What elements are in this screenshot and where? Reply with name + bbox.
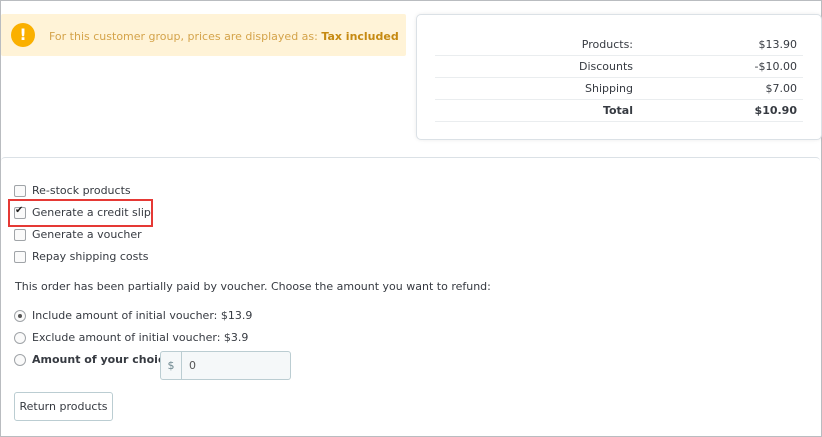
tax-alert: ! For this customer group, prices are di… bbox=[1, 14, 406, 56]
custom-amount-input-group: $ bbox=[160, 351, 291, 380]
totals-row-total: Total $10.90 bbox=[435, 100, 803, 122]
currency-addon: $ bbox=[161, 352, 182, 379]
custom-amount-radio[interactable] bbox=[14, 354, 26, 366]
voucher-info-text: This order has been partially paid by vo… bbox=[15, 280, 491, 293]
custom-amount-input[interactable] bbox=[182, 352, 282, 379]
return-products-button[interactable]: Return products bbox=[14, 392, 113, 421]
order-totals-panel: Products: $13.90 Discounts -$10.00 Shipp… bbox=[416, 14, 822, 140]
voucher-checkbox[interactable] bbox=[14, 229, 26, 241]
totals-row-discounts: Discounts -$10.00 bbox=[435, 56, 803, 78]
exclude-voucher-radio[interactable] bbox=[14, 332, 26, 344]
include-voucher-radio[interactable] bbox=[14, 310, 26, 322]
credit-slip-highlight-box bbox=[8, 199, 153, 227]
repay-shipping-checkbox[interactable] bbox=[14, 251, 26, 263]
alert-message: For this customer group, prices are disp… bbox=[49, 30, 399, 43]
restock-checkbox[interactable] bbox=[14, 185, 26, 197]
totals-row-shipping: Shipping $7.00 bbox=[435, 78, 803, 100]
totals-row-products: Products: $13.90 bbox=[435, 34, 803, 56]
warning-icon: ! bbox=[11, 23, 35, 47]
alert-tax-mode: Tax included bbox=[321, 30, 399, 43]
